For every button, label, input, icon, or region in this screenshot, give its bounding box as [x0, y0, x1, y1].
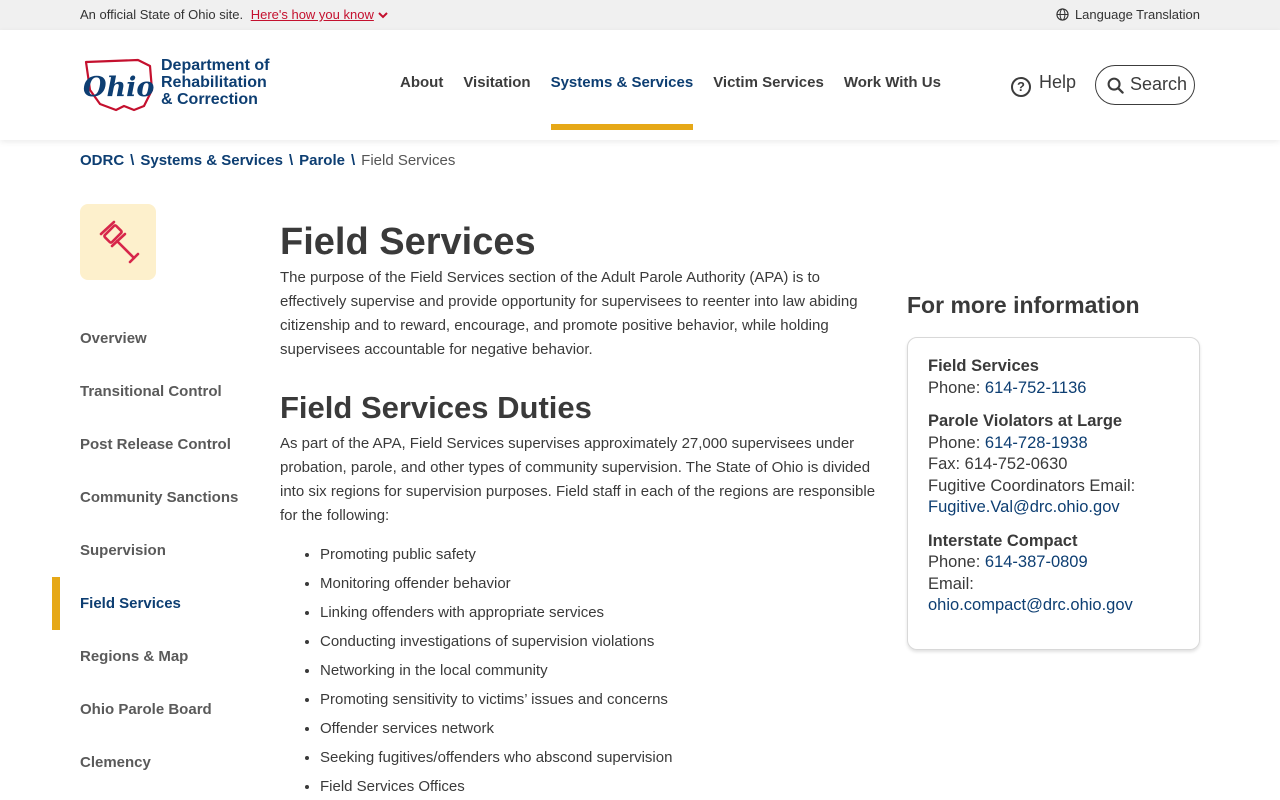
logo-line-1: Department of	[161, 57, 270, 74]
ohio-logo-icon: Ohio	[83, 58, 154, 112]
logo-text: Department of Rehabilitation & Correctio…	[161, 57, 269, 108]
how-you-know-link[interactable]: Here's how you know	[251, 7, 388, 22]
breadcrumb-separator: \	[350, 152, 356, 169]
official-site-text: An official State of Ohio site.	[80, 7, 244, 22]
list-item: Networking in the local community	[320, 656, 885, 685]
gavel-icon	[99, 220, 140, 264]
list-item: Field Services Offices	[320, 772, 885, 800]
nav-systems-services[interactable]: Systems & Services	[550, 74, 693, 130]
phone-link[interactable]: 614-752-1136	[985, 379, 1087, 397]
language-translation-button[interactable]: Language Translation	[1056, 7, 1200, 22]
breadcrumb-separator: \	[288, 152, 294, 169]
contact-name: Interstate Compact	[928, 531, 1078, 550]
duties-list: Promoting public safety Monitoring offen…	[280, 540, 885, 800]
breadcrumb-odrc[interactable]: ODRC	[80, 152, 124, 169]
globe-icon	[1056, 8, 1069, 21]
contact-email-label: Fugitive Coordinators Email:	[928, 476, 1136, 495]
nav-visitation[interactable]: Visitation	[463, 74, 530, 91]
help-label: Help	[1039, 72, 1077, 92]
nav-victim-services[interactable]: Victim Services	[713, 74, 824, 91]
contact-fax: Fax: 614-752-0630	[928, 455, 1068, 473]
nav-about[interactable]: About	[400, 74, 443, 91]
phone-label: Phone:	[928, 378, 985, 397]
list-item: Conducting investigations of supervision…	[320, 627, 885, 656]
sidenav-post-release-control[interactable]: Post Release Control	[80, 418, 250, 471]
list-item: Monitoring offender behavior	[320, 569, 885, 598]
intro-paragraph: The purpose of the Field Services sectio…	[280, 269, 858, 358]
main-nav: About Visitation Systems & Services Vict…	[400, 74, 961, 130]
list-item: Seeking fugitives/offenders who abscond …	[320, 743, 885, 772]
contact-parole-violators: Parole Violators at Large Phone: 614-728…	[928, 411, 1179, 519]
breadcrumb-systems-services[interactable]: Systems & Services	[140, 152, 283, 169]
how-you-know-label: Here's how you know	[250, 7, 374, 22]
sidenav-field-services[interactable]: Field Services	[52, 577, 250, 630]
section-icon-tile	[80, 204, 156, 280]
contact-phone-line: Phone: 614-752-1136	[928, 378, 1179, 400]
official-site-notice: An official State of Ohio site. Here's h…	[80, 7, 388, 22]
sidenav-overview[interactable]: Overview	[80, 312, 250, 365]
sidenav-clemency[interactable]: Clemency	[80, 736, 250, 789]
language-translation-label: Language Translation	[1074, 7, 1200, 22]
contact-name: Parole Violators at Large	[928, 412, 1123, 430]
sidenav-ohio-parole-board[interactable]: Ohio Parole Board	[80, 683, 250, 736]
chevron-down-icon	[378, 12, 388, 19]
contact-phone-line: Phone: 614-728-1938	[928, 433, 1179, 455]
help-icon: ?	[1011, 77, 1031, 97]
duties-paragraph: As part of the APA, Field Services super…	[280, 435, 876, 524]
help-button[interactable]: ? Help	[1011, 72, 1076, 97]
ohio-logo-word: Ohio	[83, 72, 154, 103]
page-title: Field Services	[280, 221, 536, 263]
email-link[interactable]: ohio.compact@drc.ohio.gov	[928, 596, 1133, 614]
breadcrumb-parole[interactable]: Parole	[299, 152, 345, 169]
sidenav-community-sanctions[interactable]: Community Sanctions	[80, 471, 250, 524]
list-item: Promoting public safety	[320, 540, 885, 569]
phone-label: Phone:	[928, 433, 985, 452]
contact-email-label: Email:	[928, 574, 974, 593]
breadcrumb-separator: \	[130, 152, 135, 169]
logo-line-2: Rehabilitation	[161, 74, 267, 91]
search-button[interactable]: Search	[1095, 65, 1195, 105]
contact-card: Field Services Phone: 614-752-1136 Parol…	[907, 337, 1200, 650]
email-link[interactable]: Fugitive.Val@drc.ohio.gov	[928, 498, 1120, 516]
contact-field-services: Field Services Phone: 614-752-1136	[928, 356, 1179, 399]
main-content: Field Services The purpose of the Field …	[280, 218, 885, 800]
sidenav-transitional-control[interactable]: Transitional Control	[80, 365, 250, 418]
official-site-banner: An official State of Ohio site. Here's h…	[0, 0, 1280, 30]
phone-label: Phone:	[928, 553, 985, 571]
list-item: Offender services network	[320, 714, 885, 743]
info-heading: For more information	[907, 292, 1140, 318]
odrc-logo[interactable]: Ohio Department of Rehabilitation & Corr…	[80, 56, 280, 114]
sidenav-regions-map[interactable]: Regions & Map	[80, 630, 250, 683]
phone-link[interactable]: 614-728-1938	[985, 434, 1088, 452]
contact-phone-line: Phone: 614-387-0809	[928, 552, 1179, 574]
contact-name: Field Services	[928, 357, 1039, 375]
breadcrumb: ODRC \ Systems & Services \ Parole \ Field Ser…	[80, 152, 455, 169]
site-header: Ohio Department of Rehabilitation & Corr…	[0, 30, 1280, 140]
list-item: Promoting sensitivity to victims’ issues…	[320, 685, 885, 714]
section-sidenav: Overview Transitional Control Post Relea…	[52, 312, 250, 789]
breadcrumb-current: Field Services	[361, 152, 456, 169]
duties-heading: Field Services Duties	[280, 390, 592, 425]
nav-work-with-us[interactable]: Work With Us	[844, 74, 941, 91]
list-item: Linking offenders with appropriate servi…	[320, 598, 885, 627]
sidenav-supervision[interactable]: Supervision	[80, 524, 250, 577]
contact-interstate-compact: Interstate Compact Phone: 614-387-0809 E…	[928, 531, 1179, 617]
search-icon	[1107, 77, 1124, 94]
logo-line-3: & Correction	[161, 91, 258, 108]
search-label: Search	[1130, 74, 1188, 94]
phone-link[interactable]: 614-387-0809	[985, 553, 1088, 571]
